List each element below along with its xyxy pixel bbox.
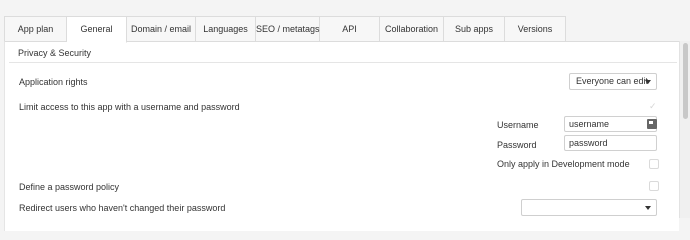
application-rights-select[interactable]: Everyone can edit [569, 73, 657, 90]
username-input[interactable] [564, 116, 657, 132]
password-label: Password [497, 140, 537, 150]
password-input[interactable] [564, 135, 657, 151]
scrollbar-thumb[interactable] [683, 43, 688, 119]
application-rights-label: Application rights [19, 77, 88, 87]
tab-collaboration[interactable]: Collaboration [380, 16, 444, 42]
tab-api[interactable]: API [320, 16, 380, 42]
limit-access-check-icon[interactable]: ✓ [649, 101, 657, 112]
settings-panel: Privacy & Security Application rights Ev… [4, 41, 679, 231]
section-title: Privacy & Security [18, 48, 92, 58]
tab-app-plan[interactable]: App plan [4, 16, 67, 42]
redirect-label: Redirect users who haven't changed their… [19, 203, 226, 213]
tab-sub-apps[interactable]: Sub apps [444, 16, 505, 42]
tab-languages[interactable]: Languages [196, 16, 256, 42]
contact-card-icon[interactable] [647, 119, 657, 129]
tab-general[interactable]: General [67, 16, 127, 43]
vertical-scrollbar[interactable] [679, 41, 690, 218]
password-policy-checkbox[interactable] [649, 181, 659, 191]
tab-bar: App plan General Domain / email Language… [4, 16, 566, 43]
password-policy-label: Define a password policy [19, 182, 120, 192]
username-label: Username [497, 120, 539, 130]
tab-domain-email[interactable]: Domain / email [127, 16, 196, 42]
redirect-select[interactable] [521, 199, 657, 216]
chevron-down-icon [645, 206, 651, 210]
section-divider [9, 62, 677, 63]
chevron-down-icon [645, 80, 651, 84]
dev-mode-checkbox[interactable] [649, 159, 659, 169]
dev-mode-label: Only apply in Development mode [497, 159, 630, 169]
limit-access-label: Limit access to this app with a username… [19, 102, 240, 112]
tab-seo-metatags[interactable]: SEO / metatags [256, 16, 320, 42]
application-rights-value: Everyone can edit [576, 76, 649, 86]
tab-versions[interactable]: Versions [505, 16, 566, 42]
